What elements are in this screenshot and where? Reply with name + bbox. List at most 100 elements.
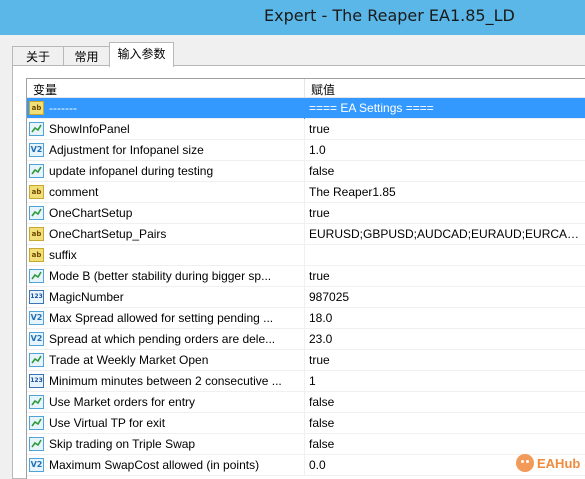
parameter-name: MagicNumber xyxy=(49,290,124,304)
parameter-name: Use Market orders for entry xyxy=(49,395,196,409)
parameter-name: OneChartSetup xyxy=(49,206,133,220)
parameter-name: Use Virtual TP for exit xyxy=(49,416,166,430)
bool-type-icon xyxy=(29,395,44,409)
parameter-value[interactable]: true xyxy=(309,122,583,136)
parameter-name: Mode B (better stability during bigger s… xyxy=(49,269,272,283)
parameter-value[interactable]: false xyxy=(309,416,583,430)
parameter-row[interactable]: ab comment The Reaper1.85 xyxy=(27,182,585,203)
parameter-name: Spread at which pending orders are dele.… xyxy=(49,332,276,346)
column-divider xyxy=(304,308,305,329)
parameter-name: OneChartSetup_Pairs xyxy=(49,227,167,241)
column-divider xyxy=(304,287,305,308)
parameter-value[interactable]: 1.0 xyxy=(309,143,583,157)
column-header-variable[interactable]: 变量 xyxy=(33,81,57,98)
parameter-name: ------- xyxy=(49,101,77,115)
parameter-row[interactable]: Skip trading on Triple Swap false xyxy=(27,434,585,455)
parameter-row[interactable]: ShowInfoPanel true xyxy=(27,119,585,140)
tab-inputs[interactable]: 输入参数 xyxy=(109,42,174,67)
string-type-icon: ab xyxy=(29,185,44,199)
column-divider xyxy=(304,371,305,392)
parameter-value[interactable]: false xyxy=(309,164,583,178)
parameter-value[interactable]: 987025 xyxy=(309,290,583,304)
parameter-row[interactable]: ab ------- ==== EA Settings ==== xyxy=(27,98,585,119)
parameter-row[interactable]: 123 Minimum minutes between 2 consecutive… xyxy=(27,371,585,392)
tab-about[interactable]: 关于 xyxy=(12,46,64,66)
parameter-name: Adjustment for Infopanel size xyxy=(49,143,204,157)
integer-type-icon: 123 xyxy=(29,374,44,388)
bool-type-icon xyxy=(29,437,44,451)
column-divider xyxy=(304,392,305,413)
double-type-icon: V2 xyxy=(29,458,44,472)
double-type-icon: V2 xyxy=(29,332,44,346)
parameter-row[interactable]: 123 MagicNumber 987025 xyxy=(27,287,585,308)
parameter-value[interactable]: ==== EA Settings ==== xyxy=(309,101,583,115)
integer-type-icon: 123 xyxy=(29,290,44,304)
parameter-value[interactable]: true xyxy=(309,269,583,283)
bool-type-icon xyxy=(29,122,44,136)
parameter-value[interactable]: The Reaper1.85 xyxy=(309,185,583,199)
parameter-value[interactable]: true xyxy=(309,206,583,220)
bool-type-icon xyxy=(29,416,44,430)
column-divider xyxy=(304,266,305,287)
column-divider xyxy=(304,161,305,182)
watermark-text: EAHub xyxy=(537,455,581,471)
parameter-row[interactable]: V2 Adjustment for Infopanel size 1.0 xyxy=(27,140,585,161)
parameter-name: Max Spread allowed for setting pending .… xyxy=(49,311,274,325)
string-type-icon: ab xyxy=(29,101,44,115)
column-divider xyxy=(304,203,305,224)
tab-common[interactable]: 常用 xyxy=(63,46,110,66)
eahub-watermark: EAHub xyxy=(516,453,580,473)
column-divider xyxy=(304,140,305,161)
parameter-name: suffix xyxy=(49,248,77,262)
window-title: Expert - The Reaper EA1.85_LD xyxy=(264,6,515,25)
window-titlebar[interactable]: Expert - The Reaper EA1.85_LD xyxy=(0,0,585,35)
parameter-row[interactable]: ab OneChartSetup_Pairs EURUSD;GBPUSD;AUDCA… xyxy=(27,224,585,245)
bool-type-icon xyxy=(29,269,44,283)
parameter-name: Minimum minutes between 2 consecutive ..… xyxy=(49,374,282,388)
parameter-value[interactable]: 18.0 xyxy=(309,311,583,325)
parameter-value[interactable]: false xyxy=(309,395,583,409)
column-divider xyxy=(304,245,305,266)
column-divider xyxy=(304,224,305,245)
column-divider xyxy=(304,455,305,476)
parameter-name: ShowInfoPanel xyxy=(49,122,130,136)
column-header-value[interactable]: 赋值 xyxy=(311,81,335,98)
column-divider xyxy=(304,98,305,119)
parameter-row[interactable]: OneChartSetup true xyxy=(27,203,585,224)
string-type-icon: ab xyxy=(29,248,44,262)
parameter-row[interactable]: Use Virtual TP for exit false xyxy=(27,413,585,434)
parameter-row[interactable]: Use Market orders for entry false xyxy=(27,392,585,413)
double-type-icon: V2 xyxy=(29,311,44,325)
parameter-name: comment xyxy=(49,185,99,199)
parameter-value[interactable]: true xyxy=(309,353,583,367)
parameter-value[interactable]: EURUSD;GBPUSD;AUDCAD;EURAUD;EURCAD... xyxy=(309,227,583,241)
parameter-value[interactable]: false xyxy=(309,437,583,451)
grid-header: 变量 赋值 xyxy=(27,79,585,98)
parameter-name: update infopanel during testing xyxy=(49,164,214,178)
bool-type-icon xyxy=(29,164,44,178)
parameter-row[interactable]: V2 Maximum SwapCost allowed (in points) 0.… xyxy=(27,455,585,476)
parameter-row[interactable]: Trade at Weekly Market Open true xyxy=(27,350,585,371)
parameter-name: Maximum SwapCost allowed (in points) xyxy=(49,458,260,472)
column-divider xyxy=(304,434,305,455)
parameter-name: Skip trading on Triple Swap xyxy=(49,437,196,451)
column-divider[interactable] xyxy=(304,79,305,97)
parameter-row[interactable]: V2 Max Spread allowed for setting pending… xyxy=(27,308,585,329)
parameter-row[interactable]: Mode B (better stability during bigger s… xyxy=(27,266,585,287)
column-divider xyxy=(304,350,305,371)
bool-type-icon xyxy=(29,206,44,220)
double-type-icon: V2 xyxy=(29,143,44,157)
parameter-row[interactable]: V2 Spread at which pending orders are del… xyxy=(27,329,585,350)
column-divider xyxy=(304,182,305,203)
bool-type-icon xyxy=(29,353,44,367)
parameter-row[interactable]: update infopanel during testing false xyxy=(27,161,585,182)
column-divider xyxy=(304,329,305,350)
parameter-value[interactable]: 23.0 xyxy=(309,332,583,346)
parameters-grid[interactable]: 变量 赋值 ab ------- ==== EA Settings ==== Show… xyxy=(26,78,585,479)
column-divider xyxy=(304,119,305,140)
parameter-row[interactable]: ab suffix xyxy=(27,245,585,266)
string-type-icon: ab xyxy=(29,227,44,241)
eahub-logo-icon xyxy=(516,454,534,472)
parameter-value[interactable]: 1 xyxy=(309,374,583,388)
parameter-name: Trade at Weekly Market Open xyxy=(49,353,209,367)
